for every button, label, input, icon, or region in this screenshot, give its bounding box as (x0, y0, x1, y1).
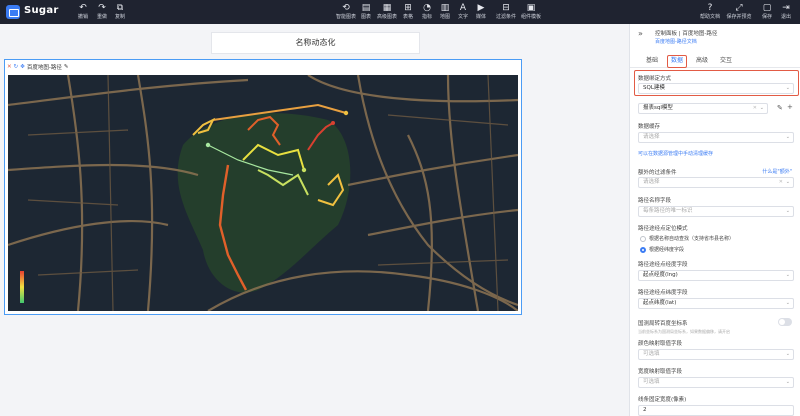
fixed-width-label: 线条固定宽度(像素) (638, 397, 687, 403)
path-name-label: 路径名称字段 (638, 198, 672, 204)
component-template-button[interactable]: ▣ 组件模板 (518, 3, 544, 21)
clear-icon[interactable]: ✕ (779, 178, 783, 187)
filter-label: 额外的过滤条件 (638, 170, 677, 176)
binding-label: 数据绑定方式 (638, 76, 672, 82)
cache-label: 数据缓存 (638, 124, 661, 130)
lng-label: 路径途经点经度字段 (638, 262, 688, 268)
radio-icon (640, 235, 646, 242)
filter-select[interactable]: 请选择 ✕ ⌄ (638, 177, 794, 188)
locate-by-coord-radio[interactable]: 根据经纬度字段 (640, 246, 684, 253)
lng-select[interactable]: 起点经度(lng) ⌄ (638, 270, 794, 281)
move-icon[interactable]: ✥ (20, 64, 25, 70)
filter-icon: ⊟ (502, 3, 510, 13)
close-icon[interactable]: ✕ (7, 64, 12, 70)
coord-convert-toggle[interactable] (778, 318, 792, 326)
clear-icon[interactable]: ✕ (753, 104, 757, 113)
cache-select[interactable]: 请选择 ⌄ (638, 132, 794, 143)
chevron-down-icon: ⌄ (785, 300, 790, 306)
fixed-width-input[interactable]: 2 (638, 405, 794, 416)
exit-button[interactable]: ⇥ 退出 (773, 3, 799, 21)
collapse-icon[interactable]: » (638, 29, 643, 38)
doc-link[interactable]: 百度地图-路径文档 (655, 38, 697, 45)
chevron-down-icon: ⌄ (785, 379, 790, 385)
panel-tabs: 基础 数据 高级 交互 (630, 54, 800, 68)
filter-help-link[interactable]: 什么是"额外" (762, 168, 792, 175)
refresh-icon[interactable]: ↻ (14, 64, 19, 70)
tab-basic[interactable]: 基础 (642, 55, 662, 67)
tab-data[interactable]: 数据 (667, 55, 687, 68)
chevron-down-icon: ⌄ (785, 134, 790, 140)
tab-advanced[interactable]: 高级 (692, 55, 712, 67)
help-icon: ? (707, 3, 713, 13)
control-panel: » 控制面板 | 百度地图-路径 百度地图-路径文档 基础 数据 高级 交互 数… (629, 24, 800, 416)
dashboard-title[interactable]: 名称动态化 (211, 32, 420, 54)
panel-header: » 控制面板 | 百度地图-路径 百度地图-路径文档 (630, 24, 800, 48)
width-field-select[interactable]: 可选填 ⌄ (638, 377, 794, 388)
color-field-label: 颜色映射取值字段 (638, 341, 683, 347)
copy-icon: ⧉ (116, 3, 124, 13)
coord-convert-hint: 当前坐标系为国测局坐标系，如果数据偏移，请开启 (638, 329, 730, 334)
color-legend (20, 271, 24, 303)
chevron-down-icon: ⌄ (785, 272, 790, 278)
radio-checked-icon (640, 246, 646, 253)
lat-select[interactable]: 起点纬度(lat) ⌄ (638, 298, 794, 309)
copy-button[interactable]: ⧉ 复制 (107, 3, 133, 21)
widget-header: ✕ ↻ ✥ 百度地图-路径 ✎ (7, 62, 68, 72)
media-button[interactable]: ▶ 媒体 (468, 3, 494, 21)
edit-icon[interactable]: ✎ (64, 64, 69, 70)
locate-mode-label: 路径途经点定位模式 (638, 226, 688, 232)
save-preview-button[interactable]: ⤢ 保存并预览 (726, 3, 752, 21)
chevron-down-icon: ⌄ (785, 351, 790, 357)
dashboard-canvas: 名称动态化 ✕ ↻ ✥ 百度地图-路径 ✎ (0, 24, 629, 416)
binding-select[interactable]: SQL建模 ⌄ (638, 83, 794, 94)
path-name-select[interactable]: 每条路径的唯一标识 ⌄ (638, 206, 794, 217)
map-widget[interactable]: ✕ ↻ ✥ 百度地图-路径 ✎ (4, 59, 522, 315)
chevron-down-icon: ⌄ (785, 179, 790, 185)
sugar-logo-icon (6, 5, 20, 19)
component-template-icon: ▣ (526, 3, 536, 13)
media-icon: ▶ (477, 3, 485, 13)
filter-button[interactable]: ⊟ 过滤条件 (493, 3, 519, 21)
tab-interaction[interactable]: 交互 (716, 55, 736, 67)
map-canvas (8, 75, 518, 311)
top-toolbar: Sugar ↶ 撤销 ↷ 重做 ⧉ 复制 ⟲ 智能图表 ▤ 图表 ▦ 高级图表 … (0, 0, 800, 24)
color-field-select[interactable]: 可选填 ⌄ (638, 349, 794, 360)
lat-label: 路径途经点纬度字段 (638, 290, 688, 296)
baidu-map[interactable] (8, 75, 518, 311)
coord-convert-label: 国测局转百度坐标系 (638, 321, 688, 327)
model-select[interactable]: 报表sql模型 ✕ ⌄ (638, 103, 768, 114)
expand-icon: ⤢ (735, 3, 743, 13)
chevron-down-icon: ⌄ (785, 208, 790, 214)
chevron-down-icon: ⌄ (785, 85, 790, 91)
help-doc-button[interactable]: ? 帮助文档 (697, 3, 723, 21)
locate-by-name-radio[interactable]: 根据名称自动查找（支持省市县名称） (640, 235, 734, 242)
widget-title: 百度地图-路径 (26, 65, 62, 71)
chevron-down-icon: ⌄ (759, 105, 764, 111)
add-model-icon[interactable]: + (787, 103, 793, 111)
edit-model-icon[interactable]: ✎ (777, 104, 783, 112)
width-field-label: 宽度映射取值字段 (638, 369, 683, 375)
exit-icon: ⇥ (782, 3, 790, 13)
cache-clear-link[interactable]: 可以在数据源管理中手动清理缓存 (638, 150, 713, 157)
breadcrumb: 控制面板 | 百度地图-路径 (655, 31, 718, 37)
app-title: Sugar (24, 5, 59, 16)
